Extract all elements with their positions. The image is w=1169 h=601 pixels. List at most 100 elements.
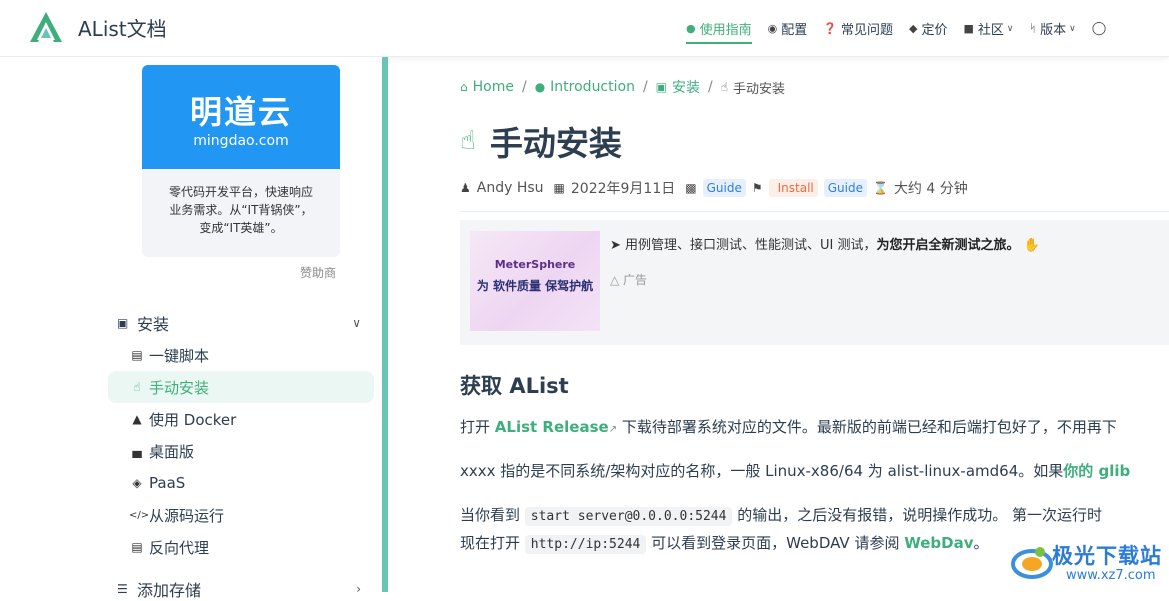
nav-item-pricing[interactable]: ◆ 定价 [909,0,947,57]
section-heading-bold: 获取 [460,374,502,398]
nav-item-config[interactable]: ◉ 配置 [768,0,808,57]
webdav-link[interactable]: WebDav [904,534,973,552]
chevron-down-icon: ∨ [352,316,361,330]
sponsor-logo-sub: mingdao.com [193,133,289,149]
nav-item-faq[interactable]: ❓ 常见问题 [823,0,893,57]
hand-pointer-icon: ☝ [133,380,141,394]
text: 打开 [460,418,495,436]
sponsor-logo: 明道云 mingdao.com [142,65,340,169]
docker-icon: ▲ [132,412,142,426]
paragraph-2: xxxx 指的是不同系统/架构对应的名称，一般 Linux-x86/64 为 a… [460,460,1130,481]
breadcrumb-separator: / [642,79,648,95]
hourglass-icon: ⌛ [872,181,888,195]
brand-title: AList文档 [78,16,167,41]
ad-icon: △ [610,273,624,287]
sidebar-item-one-click-script[interactable]: ▤ 一键脚本 [108,339,374,371]
ad-text-link[interactable]: ➤ 用例管理、接口测试、性能测试、UI 测试，为您开启全新测试之旅。 ✋ [610,234,1040,253]
page-date: 2022年9月11日 [570,181,676,197]
breadcrumb-separator: / [708,79,713,95]
divider [460,211,1169,212]
ad-box: MeterSphere 为 软件质量 保驾护航 ➤ 用例管理、接口测试、性能测试… [460,220,1169,345]
sidebar-group-install[interactable]: ▣ 安装 ∨ [117,311,367,335]
github-link[interactable]: ◯ [1092,0,1111,57]
ad-label-text: 广告 [623,273,648,287]
sidebar-item-manual-install[interactable]: ☝ 手动安装 [108,371,374,403]
eraser-icon: ◆ [908,22,918,35]
ad-image[interactable]: MeterSphere 为 软件质量 保驾护航 [470,231,600,331]
calendar-icon: ▦ [553,181,565,195]
sidebar-item-label: 一键脚本 [149,346,210,365]
cube-icon: ◈ [132,476,142,490]
list-icon: ☰ [117,582,128,596]
sponsor-text: 零代码开发平台，快速响应 业务需求。从“IT背锅侠”， 变成“IT英雄”。 [142,169,340,237]
sidebar-group-add-storage[interactable]: ☰ 添加存储 › [117,577,367,601]
nav-label: 常见问题 [840,23,893,38]
text: 当你看到 [460,506,525,524]
alist-logo-icon [30,12,62,42]
nav-item-community[interactable]: ■ 社区 ∨ [963,0,1013,57]
breadcrumb-install[interactable]: ▣ 安装 [656,77,700,97]
sidebar-item-paas[interactable]: ◈ PaaS [108,467,374,499]
glibc-link[interactable]: 你的 glib [1063,462,1130,480]
lightbulb-icon: ● [534,80,546,94]
sidebar-item-reverse-proxy[interactable]: ▤ 反向代理 [108,531,374,563]
nav-label: 社区 [977,23,1004,38]
ad-text: 用例管理、接口测试、性能测试、UI 测试， [625,238,877,253]
code-icon: </> [129,509,150,521]
ad-image-title: MeterSphere [494,258,576,271]
nav-item-guide[interactable]: ● 使用指南 [686,0,752,57]
external-link-icon: ↗ [608,424,618,435]
sidebar-item-label: 手动安装 [149,378,210,397]
monitor-icon: ▄ [132,444,142,458]
sidebar-item-label: 从源码运行 [149,506,225,525]
author-link[interactable]: Andy Hsu [477,180,544,196]
text: 。 [973,534,989,552]
text: 可以看到登录页面，WebDAV 请参阅 [646,534,905,552]
chevron-down-icon: ∨ [1069,23,1076,34]
sidebar-item-label: 桌面版 [149,442,195,461]
sidebar-item-from-source[interactable]: </> 从源码运行 [108,499,374,531]
text: 的输出，之后没有报错，说明操作成功。 第一次运行时 [732,506,1102,524]
text: 现在打开 [460,534,525,552]
sidebar-item-label: PaaS [149,474,186,492]
breadcrumb-introduction[interactable]: ● Introduction [535,79,635,95]
nav-menu: ● 使用指南 ◉ 配置 ❓ 常见问题 ◆ 定价 ■ 社区 ∨ ᛋ 版本 ∨ ◯ [686,0,1126,57]
tag-badge-guide[interactable]: Guide [823,179,867,197]
text: 下载待部署系统对应的文件。最新版的前端已经和后端打包好了，不用再下 [617,418,1117,436]
paragraph-1: 打开 AList Release↗ 下载待部署系统对应的文件。最新版的前端已经和… [460,416,1117,437]
hand-pointer-icon: ☝ [720,80,729,94]
box-icon: ▣ [655,80,668,94]
nav-label: 使用指南 [699,23,752,38]
nav-item-version[interactable]: ᛋ 版本 ∨ [1029,0,1075,57]
chevron-right-icon: › [356,582,361,596]
sponsor-logo-main: 明道云 [189,93,292,131]
breadcrumb-label: Introduction [550,79,635,95]
sidebar-item-docker[interactable]: ▲ 使用 Docker [108,403,374,435]
breadcrumb-separator: / [521,79,527,95]
box-icon: ▣ [117,316,129,330]
tag-badge-install[interactable]: Install [768,179,818,197]
text: xxxx 指的是不同系统/架构对应的名称，一般 Linux-x86/64 为 a… [460,462,1064,480]
chat-icon: ■ [963,22,974,35]
watermark-url: www.xz7.com [1066,568,1156,583]
breadcrumb-label: 手动安装 [733,81,786,97]
alist-release-link[interactable]: AList Release [495,418,609,436]
sidebar-group-label: 安装 [137,315,170,334]
category-badge[interactable]: Guide [702,179,746,197]
watermark-name: 极光下载站 [1052,544,1162,568]
reading-time: 大约 4 分钟 [893,181,968,197]
main-content: ⌂ Home / ● Introduction / ▣ 安装 / ☝ 手动安装 … [388,57,1169,592]
github-icon: ◯ [1091,21,1107,36]
ad-image-slogan: 为 软件质量 保驾护航 [476,279,594,293]
breadcrumb: ⌂ Home / ● Introduction / ▣ 安装 / ☝ 手动安装 [460,77,785,97]
sidebar-item-desktop[interactable]: ▄ 桌面版 [108,435,374,467]
nav-label: 定价 [921,23,948,38]
page-title: ☝ 手动安装 [460,117,622,165]
sponsor-card[interactable]: 明道云 mingdao.com 零代码开发平台，快速响应 业务需求。从“IT背锅… [142,65,340,257]
chevron-down-icon: ∨ [1006,23,1014,34]
breadcrumb-home[interactable]: ⌂ Home [460,79,514,95]
sidebar-item-label: 反向代理 [149,538,210,557]
sponsor-line: 变成“IT英雄”。 [199,221,283,235]
brand-link[interactable]: AList文档 [28,10,167,44]
category-icon: ▩ [685,181,697,195]
